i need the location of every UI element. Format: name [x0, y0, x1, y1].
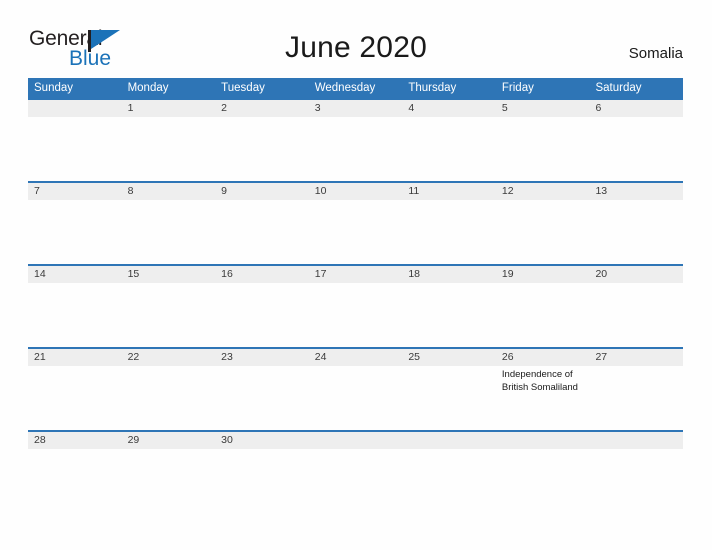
week-date-band: 28 29 30 [28, 432, 683, 449]
day-cell[interactable] [122, 200, 216, 264]
day-cell[interactable] [496, 117, 590, 181]
day-number[interactable]: 28 [28, 432, 122, 449]
day-number[interactable]: 29 [122, 432, 216, 449]
weekday-sunday: Sunday [34, 82, 74, 94]
week-date-band: 7 8 9 10 11 12 13 [28, 183, 683, 200]
day-number[interactable]: 19 [496, 266, 590, 283]
day-number[interactable]: 3 [309, 100, 403, 117]
day-number[interactable]: 10 [309, 183, 403, 200]
day-cell[interactable] [28, 449, 122, 459]
weekday-wednesday: Wednesday [314, 82, 376, 94]
day-number[interactable]: 14 [28, 266, 122, 283]
day-cell[interactable] [309, 366, 403, 430]
week-event-band [28, 449, 683, 459]
day-cell[interactable] [402, 200, 496, 264]
day-cell[interactable] [589, 283, 683, 347]
day-cell[interactable] [28, 200, 122, 264]
day-cell[interactable] [215, 366, 309, 430]
day-number[interactable]: 24 [309, 349, 403, 366]
calendar-week-row: 28 29 30 [28, 430, 683, 459]
day-number[interactable]: 15 [122, 266, 216, 283]
week-date-band: 21 22 23 24 25 26 27 [28, 349, 683, 366]
week-date-band: 14 15 16 17 18 19 20 [28, 266, 683, 283]
day-number[interactable]: 4 [402, 100, 496, 117]
day-cell[interactable] [496, 283, 590, 347]
day-number[interactable]: 6 [589, 100, 683, 117]
day-cell[interactable] [496, 200, 590, 264]
day-number[interactable]: 18 [402, 266, 496, 283]
page-title: June 2020 [285, 31, 427, 64]
day-cell[interactable] [589, 366, 683, 430]
week-event-band [28, 200, 683, 264]
day-number[interactable]: 5 [496, 100, 590, 117]
weekday-saturday: Saturday [595, 82, 642, 94]
week-date-band: 1 2 3 4 5 6 [28, 100, 683, 117]
day-number[interactable]: 7 [28, 183, 122, 200]
day-cell[interactable] [122, 449, 216, 459]
day-cell[interactable] [215, 283, 309, 347]
day-cell[interactable] [215, 449, 309, 459]
day-cell[interactable] [215, 117, 309, 181]
calendar-week-row: 21 22 23 24 25 26 27 Independence of Bri… [28, 347, 683, 430]
weekday-header-row: Sunday Monday Tuesday Wednesday Thursday… [28, 78, 683, 98]
day-number[interactable] [309, 432, 403, 449]
weekday-thursday: Thursday [408, 82, 457, 94]
day-number[interactable]: 20 [589, 266, 683, 283]
day-number[interactable] [496, 432, 590, 449]
day-number[interactable]: 2 [215, 100, 309, 117]
page-header: General Blue June 2020 Somalia [0, 0, 712, 76]
day-cell[interactable] [122, 117, 216, 181]
day-number[interactable]: 26 [496, 349, 590, 366]
day-number[interactable] [402, 432, 496, 449]
day-cell[interactable] [309, 283, 403, 347]
day-cell[interactable] [122, 366, 216, 430]
day-number[interactable]: 22 [122, 349, 216, 366]
day-cell[interactable] [309, 449, 403, 459]
day-number[interactable]: 25 [402, 349, 496, 366]
day-number[interactable]: 1 [122, 100, 216, 117]
day-cell[interactable] [309, 200, 403, 264]
day-cell[interactable] [28, 117, 122, 181]
day-cell[interactable] [309, 117, 403, 181]
day-cell[interactable] [589, 117, 683, 181]
day-number[interactable] [28, 100, 122, 117]
weekday-tuesday: Tuesday [221, 82, 265, 94]
day-cell[interactable] [402, 283, 496, 347]
calendar-week-row: 14 15 16 17 18 19 20 [28, 264, 683, 347]
calendar-week-row: 1 2 3 4 5 6 [28, 98, 683, 181]
country-label: Somalia [628, 45, 683, 62]
day-cell[interactable] [402, 449, 496, 459]
day-cell[interactable] [402, 117, 496, 181]
day-number[interactable]: 21 [28, 349, 122, 366]
day-cell[interactable] [28, 366, 122, 430]
day-number[interactable]: 8 [122, 183, 216, 200]
day-number[interactable]: 23 [215, 349, 309, 366]
weekday-monday: Monday [127, 82, 169, 94]
day-number[interactable]: 11 [402, 183, 496, 200]
day-number[interactable]: 17 [309, 266, 403, 283]
calendar-page: General Blue June 2020 Somalia Sunday Mo… [0, 0, 712, 550]
day-cell[interactable] [589, 200, 683, 264]
day-cell[interactable] [122, 283, 216, 347]
day-number[interactable]: 27 [589, 349, 683, 366]
day-cell[interactable] [28, 283, 122, 347]
week-event-band: Independence of British Somaliland [28, 366, 683, 430]
day-cell[interactable] [215, 200, 309, 264]
day-cell[interactable] [496, 449, 590, 459]
weekday-friday: Friday [501, 82, 534, 94]
day-cell[interactable] [589, 449, 683, 459]
week-event-band [28, 283, 683, 347]
day-cell-holiday[interactable]: Independence of British Somaliland [496, 366, 590, 430]
calendar-week-row: 7 8 9 10 11 12 13 [28, 181, 683, 264]
day-event-holiday: Independence of British Somaliland [501, 369, 578, 393]
day-number[interactable] [589, 432, 683, 449]
week-event-band [28, 117, 683, 181]
day-number[interactable]: 13 [589, 183, 683, 200]
calendar-grid: Sunday Monday Tuesday Wednesday Thursday… [28, 78, 683, 459]
day-number[interactable]: 9 [215, 183, 309, 200]
day-number[interactable]: 16 [215, 266, 309, 283]
day-number[interactable]: 12 [496, 183, 590, 200]
day-number[interactable]: 30 [215, 432, 309, 449]
day-cell[interactable] [402, 366, 496, 430]
